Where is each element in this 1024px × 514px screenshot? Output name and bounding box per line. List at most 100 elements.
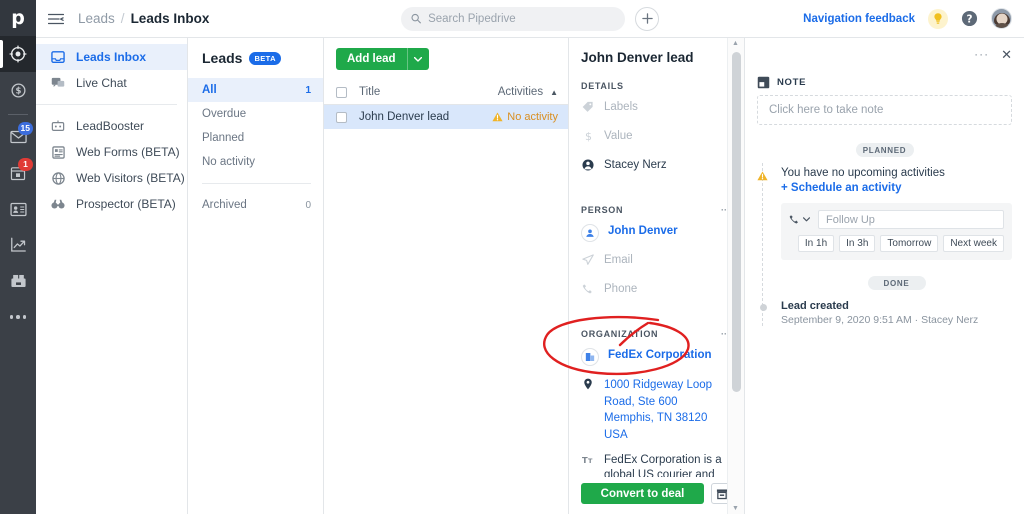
filter-item-archived[interactable]: Archived 0 xyxy=(188,193,323,217)
row-checkbox[interactable] xyxy=(336,111,347,123)
activity-subject-input[interactable]: Follow Up xyxy=(818,210,1004,229)
detail-row-description[interactable]: T T FedEx Corporation is a global US cou… xyxy=(581,453,730,477)
note-more-button[interactable]: ··· xyxy=(974,47,989,61)
sidebar-item-web-visitors[interactable]: Web Visitors (BETA) xyxy=(36,165,187,191)
sidebar-item-label: Prospector (BETA) xyxy=(76,197,176,211)
detail-organization-description: FedEx Corporation is a global US courier… xyxy=(604,453,730,477)
timeline-event-meta: September 9, 2020 9:51 AM · Stacey Nerz xyxy=(781,314,979,326)
svg-text:$: $ xyxy=(15,86,21,96)
table-header: Title Activities ▲ xyxy=(324,80,568,105)
warning-icon xyxy=(757,168,768,186)
organization-section-heading: ORGANIZATION ··· xyxy=(581,329,730,339)
quick-btn-next-week[interactable]: Next week xyxy=(943,235,1004,252)
detail-row-labels[interactable]: Labels xyxy=(581,100,730,120)
add-new-button[interactable] xyxy=(635,6,659,31)
note-panel-toolbar: ··· ✕ xyxy=(757,46,1012,62)
close-icon[interactable]: ✕ xyxy=(1001,48,1012,61)
user-avatar[interactable] xyxy=(991,8,1012,29)
filter-item-planned[interactable]: Planned xyxy=(188,126,323,150)
form-icon xyxy=(50,145,66,159)
phone-icon xyxy=(789,215,798,224)
scrollbar-thumb[interactable] xyxy=(732,52,741,392)
quick-btn-in-3h[interactable]: In 3h xyxy=(839,235,876,252)
filter-item-all[interactable]: All 1 xyxy=(188,78,323,102)
breadcrumb-separator: / xyxy=(120,11,125,26)
lead-detail-title: John Denver lead xyxy=(581,50,694,65)
rail-item-insights[interactable] xyxy=(0,227,36,263)
rail-item-leads[interactable] xyxy=(0,36,36,72)
sidebar-item-label: Leads Inbox xyxy=(76,50,147,64)
detail-row-owner[interactable]: Stacey Nerz xyxy=(581,158,730,178)
activity-type-selector[interactable] xyxy=(789,214,812,225)
detail-person-name[interactable]: John Denver xyxy=(608,224,678,240)
note-input[interactable]: Click here to take note xyxy=(757,95,1012,125)
beta-badge: BETA xyxy=(249,51,281,65)
rail-item-mail[interactable]: 15 xyxy=(0,119,36,155)
filter-label: No activity xyxy=(202,156,256,168)
sidebar-item-label: Live Chat xyxy=(76,76,127,90)
add-lead-label: Add lead xyxy=(347,53,396,65)
filter-item-no-activity[interactable]: No activity xyxy=(188,150,323,174)
detail-organization-name[interactable]: FedEx Corporation xyxy=(608,348,712,364)
leads-filter-panel: Leads BETA All 1 Overdue Planned No acti… xyxy=(188,38,324,514)
global-nav-rail: p $ 15 1 xyxy=(0,0,36,514)
add-lead-dropdown[interactable] xyxy=(406,48,429,70)
detail-row-phone[interactable]: Phone xyxy=(581,282,730,302)
table-row[interactable]: John Denver lead No activity xyxy=(324,105,568,129)
breadcrumb-parent[interactable]: Leads xyxy=(78,11,115,26)
scroll-up-arrow[interactable]: ▲ xyxy=(732,40,739,47)
page-title: Leads xyxy=(202,50,243,66)
select-all-checkbox[interactable] xyxy=(336,86,347,98)
contacts-icon xyxy=(9,202,27,216)
sidebar-item-leadbooster[interactable]: LeadBooster xyxy=(36,113,187,139)
convert-to-deal-button[interactable]: Convert to deal xyxy=(581,483,704,504)
detail-organization-address[interactable]: 1000 Ridgeway Loop Road, Ste 600 Memphis… xyxy=(604,377,730,444)
leads-icon xyxy=(9,45,27,63)
rail-item-deals[interactable]: $ xyxy=(0,72,36,108)
help-button[interactable]: ? xyxy=(961,10,978,27)
sidebar-item-prospector[interactable]: Prospector (BETA) xyxy=(36,191,187,217)
whats-new-button[interactable] xyxy=(928,8,948,29)
quick-schedule-buttons: In 1h In 3h Tomorrow Next week xyxy=(789,235,1004,252)
description-text: FedEx Corporation is a global US courier… xyxy=(604,453,722,477)
rail-item-calendar[interactable]: 1 xyxy=(0,155,36,191)
scroll-down-arrow[interactable]: ▼ xyxy=(732,505,739,512)
row-activity-label: No activity xyxy=(507,111,558,123)
menu-toggle-icon[interactable] xyxy=(48,13,64,25)
binocular-icon xyxy=(50,198,66,210)
phone-icon xyxy=(581,282,595,295)
navigation-feedback-link[interactable]: Navigation feedback xyxy=(803,13,915,25)
filter-item-overdue[interactable]: Overdue xyxy=(188,102,323,126)
activity-timeline: You have no upcoming activities + Schedu… xyxy=(757,163,1012,326)
quick-btn-tomorrow[interactable]: Tomorrow xyxy=(880,235,939,252)
filter-label: Archived xyxy=(202,199,247,211)
rail-item-more[interactable] xyxy=(0,299,36,335)
pipedrive-logo[interactable]: p xyxy=(0,0,36,36)
quick-btn-in-1h[interactable]: In 1h xyxy=(797,235,835,252)
content-columns: Leads Inbox Live Chat LeadBooster Web Fo… xyxy=(36,38,1024,514)
detail-row-address[interactable]: 1000 Ridgeway Loop Road, Ste 600 Memphis… xyxy=(581,377,730,444)
details-heading-label: DETAILS xyxy=(581,81,624,91)
text-format-icon: T T xyxy=(581,453,595,466)
detail-row-organization[interactable]: FedEx Corporation xyxy=(581,348,730,368)
sidebar-item-live-chat[interactable]: Live Chat xyxy=(36,70,187,96)
schedule-activity-link[interactable]: + Schedule an activity xyxy=(781,182,1012,194)
search-box[interactable] xyxy=(401,6,625,31)
sidebar-item-leads-inbox[interactable]: Leads Inbox xyxy=(36,44,187,70)
details-section-heading: DETAILS xyxy=(581,81,730,91)
sidebar-item-web-forms[interactable]: Web Forms (BETA) xyxy=(36,139,187,165)
add-lead-button[interactable]: Add lead xyxy=(336,48,429,70)
rail-item-contacts[interactable] xyxy=(0,191,36,227)
rail-item-products[interactable] xyxy=(0,263,36,299)
column-header-activities[interactable]: Activities ▲ xyxy=(498,86,558,98)
plus-icon xyxy=(641,13,653,24)
detail-scrollbar[interactable]: ▲ ▼ xyxy=(727,38,744,514)
row-title[interactable]: John Denver lead xyxy=(347,111,492,123)
detail-row-email[interactable]: Email xyxy=(581,253,730,273)
search-input[interactable] xyxy=(428,12,615,25)
more-icon xyxy=(9,315,27,319)
detail-row-person[interactable]: John Denver xyxy=(581,224,730,244)
detail-row-value[interactable]: $ Value xyxy=(581,129,730,149)
column-header-title[interactable]: Title xyxy=(347,86,498,98)
